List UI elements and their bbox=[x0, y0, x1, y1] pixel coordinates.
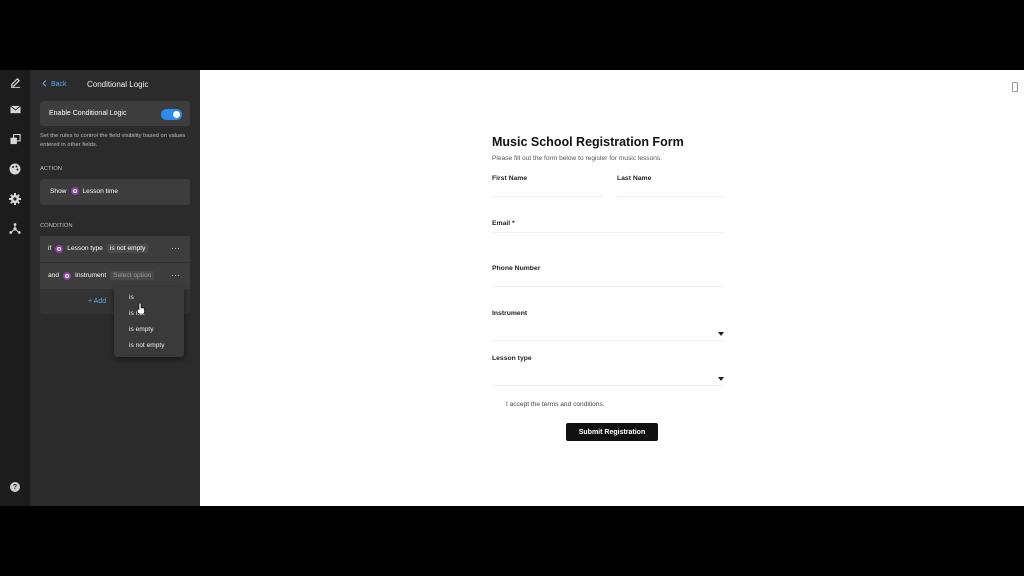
hand-cursor-icon bbox=[136, 301, 145, 315]
enable-logic-label: Enable Conditional Logic bbox=[49, 110, 127, 117]
layers-icon[interactable] bbox=[7, 131, 23, 147]
terms-checkbox-label[interactable]: I accept the terms and conditions. bbox=[506, 401, 605, 408]
gear-icon[interactable] bbox=[7, 191, 23, 207]
condition-prefix: if bbox=[48, 245, 52, 252]
operator-dropdown: is is not is empty is not empty bbox=[114, 287, 184, 357]
more-options-icon[interactable]: ··· bbox=[171, 270, 180, 280]
chevron-left-icon bbox=[42, 80, 47, 89]
condition-section-label: CONDITION bbox=[40, 223, 73, 229]
form-title: Music School Registration Form bbox=[492, 135, 684, 149]
mail-icon[interactable] bbox=[7, 101, 23, 117]
app-window: ? Back Conditional Logic Enable Conditio… bbox=[0, 70, 1024, 506]
logic-help-text: Set the rules to control the field visib… bbox=[40, 133, 186, 148]
last-name-input[interactable] bbox=[617, 196, 724, 197]
back-label: Back bbox=[51, 81, 67, 88]
email-input[interactable] bbox=[492, 232, 724, 233]
condition-row: if Lesson type is not empty ··· bbox=[40, 236, 190, 262]
mobile-preview-icon[interactable] bbox=[1012, 82, 1018, 92]
form-preview: Music School Registration Form Please fi… bbox=[200, 70, 1024, 506]
phone-label: Phone Number bbox=[492, 265, 541, 272]
lesson-type-label: Lesson type bbox=[492, 355, 532, 362]
instrument-label: Instrument bbox=[492, 310, 528, 317]
add-condition-button[interactable]: + Add bbox=[88, 298, 106, 305]
lesson-type-select[interactable] bbox=[492, 385, 724, 386]
dropdown-option-is-empty[interactable]: is empty bbox=[129, 326, 154, 333]
condition-operator[interactable]: is not empty bbox=[106, 244, 149, 253]
email-label: Email * bbox=[492, 220, 515, 227]
submit-button[interactable]: Submit Registration bbox=[566, 423, 658, 441]
last-name-label: Last Name bbox=[617, 175, 652, 182]
first-name-input[interactable] bbox=[492, 196, 602, 197]
action-verb[interactable]: Show bbox=[50, 188, 67, 195]
dropdown-option-is[interactable]: is bbox=[129, 294, 134, 301]
operator-select[interactable]: Select option bbox=[110, 271, 155, 280]
instrument-select[interactable] bbox=[492, 340, 724, 341]
condition-row: and Instrument Select option ··· bbox=[40, 263, 190, 289]
help-icon[interactable]: ? bbox=[10, 482, 20, 492]
form-subtitle: Please fill out the form below to regist… bbox=[492, 155, 663, 162]
condition-field[interactable]: Lesson type bbox=[67, 245, 103, 252]
action-field[interactable]: Lesson time bbox=[83, 188, 119, 195]
add-condition-label: Add bbox=[93, 298, 107, 305]
integrations-icon[interactable] bbox=[7, 221, 23, 237]
condition-prefix: and bbox=[48, 272, 60, 279]
enable-logic-toggle[interactable] bbox=[161, 109, 182, 120]
palette-icon[interactable] bbox=[7, 161, 23, 177]
condition-field[interactable]: Instrument bbox=[75, 272, 106, 279]
action-rule[interactable]: Show Lesson time bbox=[40, 179, 190, 205]
back-button[interactable]: Back bbox=[42, 80, 67, 89]
lesson-type-chevron-down-icon[interactable] bbox=[718, 377, 724, 381]
pencil-icon[interactable] bbox=[7, 74, 23, 90]
panel-title: Conditional Logic bbox=[87, 80, 149, 89]
dropdown-option-is-not-empty[interactable]: is not empty bbox=[129, 342, 165, 349]
icon-rail: ? bbox=[0, 70, 30, 506]
more-options-icon[interactable]: ··· bbox=[171, 243, 180, 253]
action-section-label: ACTION bbox=[40, 166, 62, 172]
field-icon bbox=[70, 187, 79, 195]
enable-logic-card: Enable Conditional Logic bbox=[40, 101, 190, 126]
field-icon bbox=[63, 271, 72, 280]
field-icon bbox=[55, 244, 64, 253]
instrument-chevron-down-icon[interactable] bbox=[718, 332, 724, 336]
phone-input[interactable] bbox=[492, 286, 724, 287]
first-name-label: First Name bbox=[492, 175, 528, 182]
